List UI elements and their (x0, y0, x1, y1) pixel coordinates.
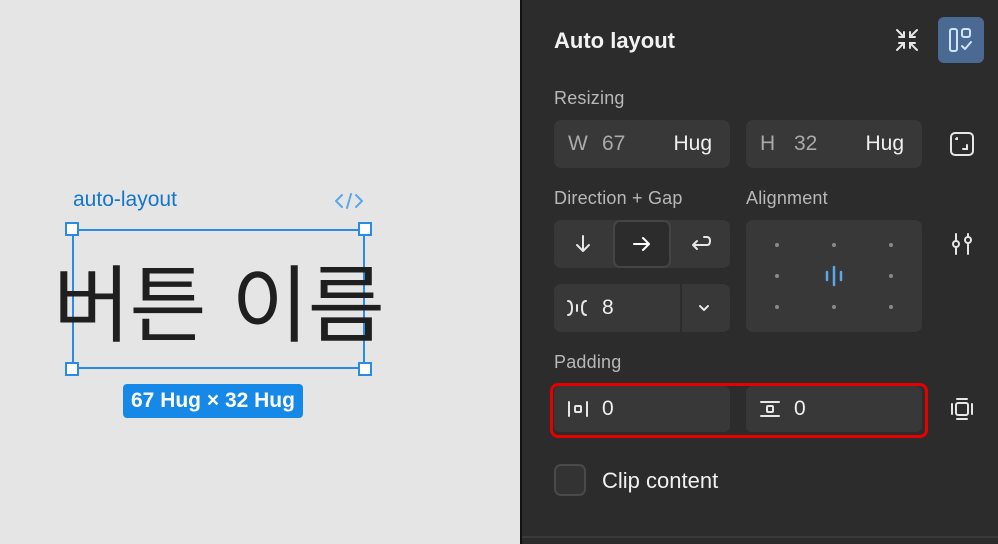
advanced-settings-button[interactable] (939, 221, 985, 267)
gap-separator (680, 284, 682, 332)
sliders-icon (952, 233, 972, 255)
padding-highlight (550, 383, 928, 438)
align-bottom-left[interactable] (775, 305, 779, 309)
gap-value[interactable]: 8 (602, 296, 614, 320)
gap-field[interactable]: 8 (554, 284, 730, 332)
align-top-right[interactable] (889, 243, 893, 247)
height-field[interactable]: H 32 Hug (746, 120, 922, 168)
chevron-down-icon[interactable] (697, 302, 711, 314)
height-prefix: H (760, 132, 776, 155)
alignment-grid[interactable] (746, 220, 922, 332)
wrap-icon (692, 236, 711, 250)
frame-text-content[interactable]: 버튼 이름 (53, 229, 385, 369)
alignment-label: Alignment (746, 188, 828, 208)
padding-label: Padding (554, 352, 622, 372)
align-middle-left[interactable] (775, 274, 779, 278)
panel-title: Auto layout (554, 28, 675, 53)
arrow-down-icon (576, 235, 590, 252)
collapse-button[interactable] (884, 17, 930, 63)
resize-constraints-icon (950, 132, 974, 156)
align-bottom-center[interactable] (832, 305, 836, 309)
direction-control (554, 220, 730, 268)
direction-wrap-button[interactable] (672, 220, 730, 268)
arrow-right-icon (633, 237, 650, 251)
align-top-center[interactable] (832, 243, 836, 247)
width-value[interactable]: 67 (602, 132, 625, 156)
height-value[interactable]: 32 (794, 132, 817, 156)
align-top-left[interactable] (775, 243, 779, 247)
design-canvas[interactable]: auto-layout 버튼 이름 67 Hug × 32 Hug (0, 0, 521, 544)
frame-name-label[interactable]: auto-layout (73, 188, 177, 212)
size-badge: 67 Hug × 32 Hug (123, 384, 303, 418)
direction-horizontal-button[interactable] (613, 220, 671, 268)
align-center-selected-icon[interactable] (822, 264, 846, 288)
width-field[interactable]: W 67 Hug (554, 120, 730, 168)
resize-handle-bottom-right[interactable] (358, 362, 372, 376)
resize-handle-top-right[interactable] (358, 222, 372, 236)
section-divider (522, 536, 998, 538)
gap-icon (567, 300, 587, 316)
collapse-icon (896, 29, 918, 51)
resize-handle-top-left[interactable] (65, 222, 79, 236)
individual-padding-button[interactable] (939, 386, 985, 432)
direction-vertical-button[interactable] (554, 220, 612, 268)
direction-gap-label: Direction + Gap (554, 188, 683, 208)
layout-settings-icon (949, 28, 972, 52)
clip-content-checkbox[interactable] (554, 464, 586, 496)
align-middle-right[interactable] (889, 274, 893, 278)
align-bottom-right[interactable] (889, 305, 893, 309)
clip-content-label[interactable]: Clip content (602, 468, 718, 494)
properties-panel: Auto layout Resizing W 67 Hug H 32 Hug D… (522, 0, 998, 544)
width-prefix: W (568, 132, 588, 155)
layout-settings-button[interactable] (938, 17, 984, 63)
resizing-label: Resizing (554, 88, 625, 108)
code-icon[interactable] (334, 191, 364, 211)
individual-padding-icon (951, 398, 973, 420)
resize-handle-bottom-left[interactable] (65, 362, 79, 376)
width-mode[interactable]: Hug (673, 132, 712, 156)
height-mode[interactable]: Hug (865, 132, 904, 156)
constraints-button[interactable] (939, 121, 985, 167)
